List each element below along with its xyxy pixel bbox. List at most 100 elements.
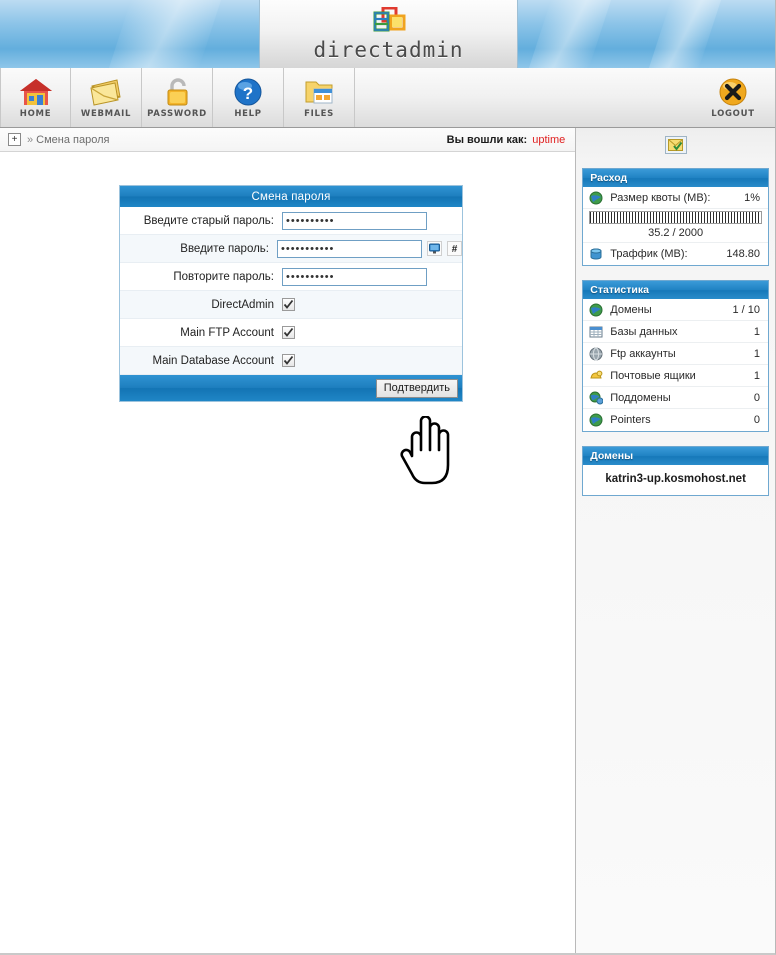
toolbar-item-password[interactable]: PASSWORD [142,68,213,127]
form-title: Смена пароля [120,186,462,207]
sidebar-top-actions [582,136,769,154]
quota-bar-row [583,209,768,225]
old-password-input[interactable] [282,211,427,230]
form-row-main-database: Main Database Account [120,347,462,375]
form-row-confirm-password: Повторите пароль: [120,263,462,291]
main-database-checkbox-label: Main Database Account [152,354,274,367]
svg-text:?: ? [243,84,253,103]
padlock-icon [167,78,188,106]
stat-row-domains[interactable]: Домены 1 / 10 [583,299,768,321]
toolbar-item-webmail[interactable]: WEBMAIL [71,68,142,127]
bandwidth-row: Траффик (MB): 148.80 [583,243,768,265]
change-password-form: Смена пароля Введите старый пароль: Введ… [119,185,463,402]
top-banner: directadmin [0,0,775,68]
toolbar-label: PASSWORD [147,109,207,119]
stat-value: 0 [753,391,760,404]
stat-value: 1 / 10 [732,303,760,316]
toolbar-item-home[interactable]: HOME [0,68,71,127]
stat-label: Pointers [610,414,651,426]
breadcrumb-title: Смена пароля [36,133,110,146]
envelope-icon [90,79,121,106]
breadcrumb-expand-button[interactable]: + [8,133,21,146]
ftp-globe-icon [589,347,606,361]
form-footer: Подтвердить [120,375,462,401]
form-row-directadmin: DirectAdmin [120,291,462,319]
toolbar-label: LOGOUT [711,109,755,119]
stat-label: Ftp аккаунты [610,347,676,360]
stat-label: Базы данных [610,325,678,338]
new-password-input[interactable] [277,239,422,258]
close-circle-icon [719,78,747,106]
content-area: + » Смена пароля Вы вошли как: uptime См… [0,128,775,953]
brand-logo-plate: directadmin [259,0,518,68]
quota-progress-fill [590,212,761,223]
main-database-checkbox[interactable] [282,354,295,367]
stat-label: Поддомены [610,391,671,404]
directadmin-page: directadmin HOME WEBMAIL PASSWORD ? HELP… [0,0,776,955]
usage-panel-title: Расход [583,169,768,187]
stat-row-ftp-accounts[interactable]: Ftp аккаунты 1 [583,343,768,365]
house-icon [19,79,52,105]
domain-name[interactable]: katrin3-up.kosmohost.net [583,465,768,495]
stat-value: 1 [753,369,760,382]
mailbox-icon [589,369,606,383]
globe-icon [589,303,606,317]
toolbar-label: FILES [304,109,334,119]
form-row-old-password: Введите старый пароль: [120,207,462,235]
svg-text:#: # [452,244,458,254]
directadmin-checkbox-label: DirectAdmin [211,298,274,311]
toolbar-item-help[interactable]: ? HELP [213,68,284,127]
bandwidth-value: 148.80 [726,248,760,260]
stat-row-databases[interactable]: Базы данных 1 [583,321,768,343]
folder-files-icon [305,81,333,104]
quota-label: Размер квоты (MB): [610,191,711,204]
sidebar: Расход Размер квоты (MB): 1% 35.2 / 2000… [576,128,775,953]
form-row-new-password: Введите пароль: # [120,235,462,263]
question-mark-icon: ? [234,78,262,106]
main-ftp-checkbox[interactable] [282,326,295,339]
stat-row-pointers[interactable]: Pointers 0 [583,409,768,431]
quota-row: Размер квоты (MB): 1% [583,187,768,209]
database-icon [589,325,606,339]
directadmin-checkbox[interactable] [282,298,295,311]
statistics-panel: Статистика Домены 1 / 10 Базы данных 1 F… [582,280,769,432]
banner-sheen [108,0,222,68]
toolbar-item-files[interactable]: FILES [284,68,355,127]
stat-row-subdomains[interactable]: Поддомены 0 [583,387,768,409]
quota-progress-bar [589,211,762,224]
quota-percent: 1% [744,191,760,204]
stat-label: Домены [610,303,652,316]
pointer-icon [589,413,606,427]
stat-label: Почтовые ящики [610,369,696,382]
statistics-panel-title: Статистика [583,281,768,299]
usage-panel: Расход Размер квоты (MB): 1% 35.2 / 2000… [582,168,769,266]
stat-row-mailboxes[interactable]: Почтовые ящики 1 [583,365,768,387]
toolbar-label: HOME [19,109,52,119]
hash-icon[interactable]: # [447,241,462,256]
confirm-password-label: Повторите пароль: [173,270,274,283]
form-row-main-ftp: Main FTP Account [120,319,462,347]
toolbar-label: HELP [234,109,262,119]
banner-sheen [528,0,612,68]
envelope-check-icon[interactable] [664,136,687,154]
main-toolbar: HOME WEBMAIL PASSWORD ? HELP FILES LOGOU… [0,68,775,128]
directadmin-logo-icon [373,6,405,31]
logged-in-username: uptime [532,133,566,146]
stat-value: 1 [753,325,760,338]
database-cylinder-icon [589,247,606,261]
banner-sheen [648,0,722,68]
monitor-icon[interactable] [427,241,442,256]
toolbar-item-logout[interactable]: LOGOUT [691,68,775,127]
confirm-password-input[interactable] [282,267,427,286]
breadcrumb-separator: » [27,133,34,146]
main-column: + » Смена пароля Вы вошли как: uptime См… [0,128,577,953]
stat-value: 0 [753,414,760,426]
toolbar-label: WEBMAIL [80,109,132,119]
submit-button[interactable]: Подтвердить [375,378,458,398]
domains-panel-title: Домены [583,447,768,465]
main-ftp-checkbox-label: Main FTP Account [180,326,274,339]
domains-panel: Домены katrin3-up.kosmohost.net [582,446,769,496]
stat-value: 1 [753,347,760,360]
logged-in-label: Вы вошли как: [446,133,528,146]
